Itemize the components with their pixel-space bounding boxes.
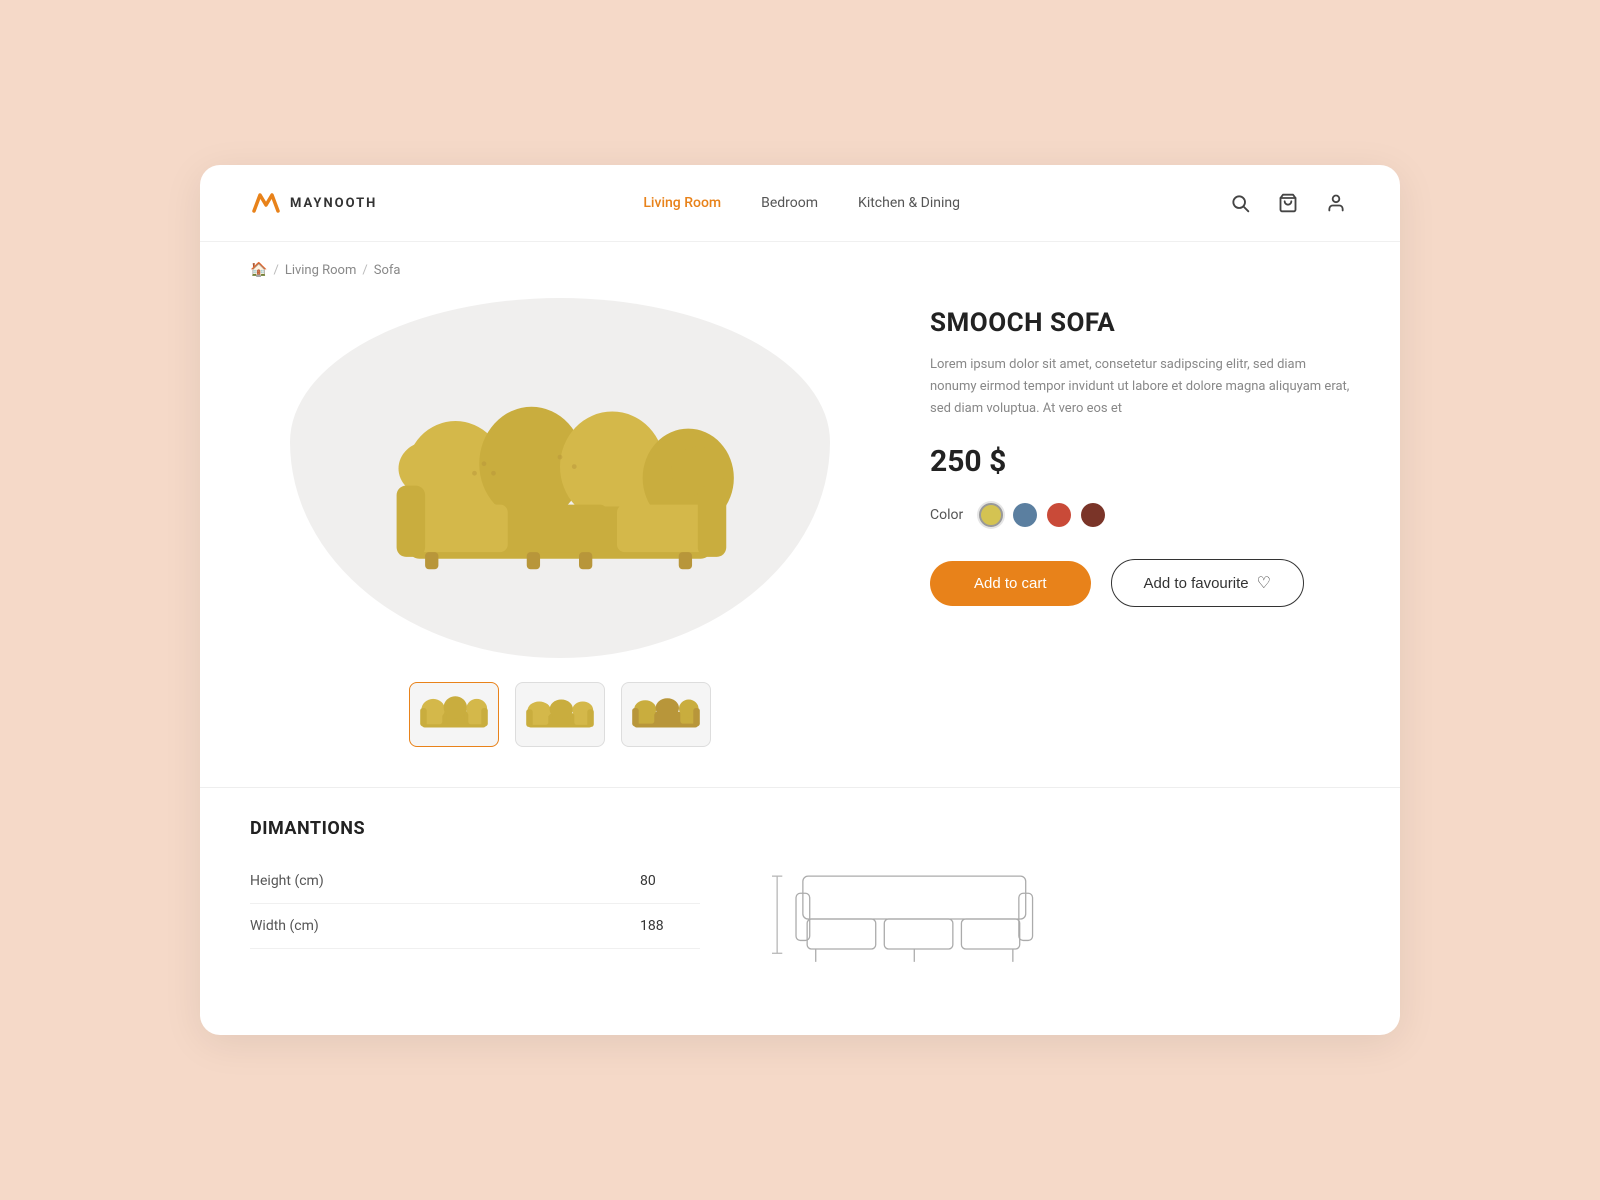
thumbnail-1[interactable]	[409, 682, 499, 747]
logo-area: MAYNOOTH	[250, 187, 377, 219]
dim-height-label: Height (cm)	[250, 873, 640, 889]
main-content: SMOOCH SOFA Lorem ipsum dolor sit amet, …	[200, 278, 1400, 787]
brand-name: MAYNOOTH	[290, 196, 377, 211]
search-button[interactable]	[1226, 189, 1254, 217]
product-price: 250 $	[930, 444, 1350, 479]
dimensions-title: DIMANTIONS	[250, 818, 1350, 839]
thumbnail-3[interactable]	[621, 682, 711, 747]
dimensions-section: DIMANTIONS Height (cm) 80 Width (cm) 188	[200, 787, 1400, 1010]
add-to-cart-button[interactable]: Add to cart	[930, 561, 1091, 606]
dimensions-visual	[760, 859, 1060, 970]
main-image-container	[290, 298, 830, 658]
nav-kitchen-dining[interactable]: Kitchen & Dining	[858, 195, 960, 211]
thumbnail-row	[409, 682, 711, 747]
dim-width-label: Width (cm)	[250, 918, 640, 934]
color-section: Color	[930, 503, 1350, 527]
user-button[interactable]	[1322, 189, 1350, 217]
add-to-favourite-button[interactable]: Add to favourite ♡	[1111, 559, 1304, 607]
sofa-outline-diagram	[760, 859, 1060, 970]
breadcrumb: 🏠 / Living Room / Sofa	[200, 242, 1400, 278]
main-nav: Living Room Bedroom Kitchen & Dining	[643, 195, 960, 211]
product-title: SMOOCH SOFA	[930, 308, 1350, 338]
color-label: Color	[930, 507, 963, 523]
sofa-main-image	[370, 383, 750, 573]
color-swatch-yellow[interactable]	[979, 503, 1003, 527]
dim-row-height: Height (cm) 80	[250, 859, 700, 904]
dim-bottom-area: Height (cm) 80 Width (cm) 188	[250, 859, 1350, 970]
color-swatch-blue[interactable]	[1013, 503, 1037, 527]
nav-bedroom[interactable]: Bedroom	[761, 195, 818, 211]
favourite-label: Add to favourite	[1144, 575, 1249, 592]
header: MAYNOOTH Living Room Bedroom Kitchen & D…	[200, 165, 1400, 242]
color-swatch-brown[interactable]	[1081, 503, 1105, 527]
nav-living-room[interactable]: Living Room	[643, 195, 721, 211]
dim-width-value: 188	[640, 918, 700, 934]
header-icons	[1226, 189, 1350, 217]
dim-height-value: 80	[640, 873, 700, 889]
thumbnail-2[interactable]	[515, 682, 605, 747]
breadcrumb-home-icon[interactable]: 🏠	[250, 262, 267, 278]
dim-row-width: Width (cm) 188	[250, 904, 700, 949]
color-swatch-red[interactable]	[1047, 503, 1071, 527]
heart-icon: ♡	[1257, 573, 1271, 593]
action-buttons: Add to cart Add to favourite ♡	[930, 559, 1350, 607]
app-card: MAYNOOTH Living Room Bedroom Kitchen & D…	[200, 165, 1400, 1035]
cart-button[interactable]	[1274, 189, 1302, 217]
product-image-section	[250, 298, 870, 747]
breadcrumb-sofa: Sofa	[374, 263, 401, 278]
breadcrumb-living-room[interactable]: Living Room	[285, 263, 357, 278]
dim-text-area: Height (cm) 80 Width (cm) 188	[250, 859, 700, 949]
product-details: SMOOCH SOFA Lorem ipsum dolor sit amet, …	[930, 298, 1350, 747]
product-description: Lorem ipsum dolor sit amet, consetetur s…	[930, 354, 1350, 420]
logo-icon	[250, 187, 282, 219]
color-swatches	[979, 503, 1105, 527]
